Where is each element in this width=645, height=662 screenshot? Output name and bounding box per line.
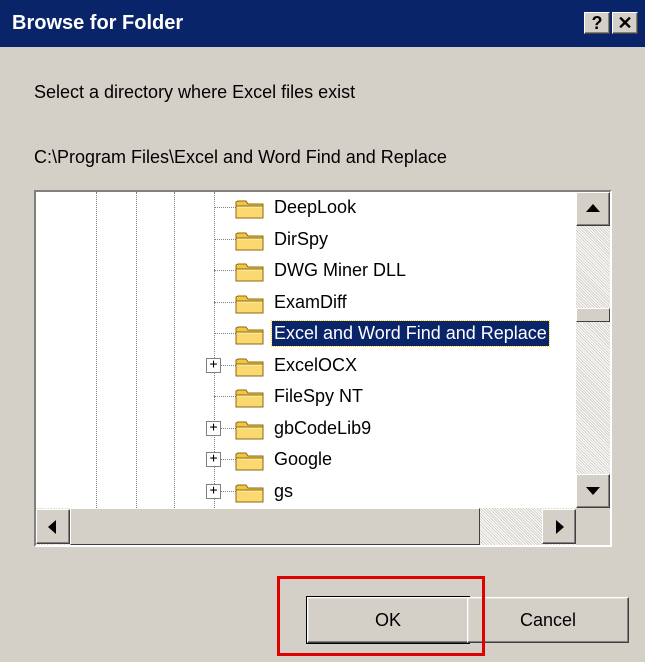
help-button[interactable]: ? [584, 12, 610, 34]
scroll-down-button[interactable] [576, 474, 610, 508]
browse-for-folder-dialog: Browse for Folder ? ✕ Select a directory… [0, 0, 645, 662]
tree-item[interactable]: Excel and Word Find and Replace [36, 318, 576, 349]
tree-item[interactable]: + gbCodeLib9 [36, 413, 576, 444]
vertical-scrollbar[interactable] [576, 192, 610, 508]
folder-icon [235, 419, 265, 440]
tree-item-label: gs [274, 480, 294, 501]
cancel-button[interactable]: Cancel [467, 597, 629, 643]
tree-item-label: ExcelOCX [274, 354, 358, 375]
vertical-scroll-thumb[interactable] [576, 308, 610, 322]
up-arrow-icon [586, 204, 600, 212]
folder-icon [235, 230, 265, 251]
expand-icon[interactable]: + [206, 452, 221, 467]
folder-icon [235, 293, 265, 314]
tree-item[interactable]: DWG Miner DLL [36, 255, 576, 286]
folder-icon [235, 198, 265, 219]
tree-item[interactable]: DeepLook [36, 192, 576, 223]
tree-item[interactable]: + Google [36, 444, 576, 475]
tree-item-label: DeepLook [274, 197, 357, 217]
scroll-up-button[interactable] [576, 192, 610, 226]
scroll-right-button[interactable] [542, 509, 576, 544]
tree-item[interactable]: ExamDiff [36, 287, 576, 318]
tree-item-label: ExamDiff [274, 291, 347, 312]
tree-item-label: gbCodeLib9 [274, 417, 372, 438]
down-arrow-icon [586, 487, 600, 495]
horizontal-scroll-thumb[interactable] [70, 508, 480, 545]
tree-connector-line [214, 238, 236, 240]
folder-icon [235, 324, 265, 345]
tree-connector-line [214, 333, 236, 334]
tree-item[interactable]: FileSpy NT [36, 381, 576, 412]
title-bar[interactable]: Browse for Folder ? ✕ [0, 0, 645, 47]
right-arrow-icon [556, 520, 564, 534]
tree-item-label: Excel and Word Find and Replace [271, 320, 550, 347]
folder-icon [235, 387, 265, 408]
current-path-text: C:\Program Files\Excel and Word Find and… [34, 147, 447, 167]
tree-item-label: Google [274, 449, 333, 469]
scrollbar-corner [576, 508, 610, 545]
tree-item-label: DWG Miner DLL [274, 260, 407, 280]
ok-button[interactable]: OK [306, 596, 470, 644]
tree-connector-line [214, 301, 236, 303]
left-arrow-icon [48, 520, 56, 534]
tree-connector-line [214, 270, 236, 271]
tree-item-label: DirSpy [274, 228, 329, 249]
expand-icon[interactable]: + [206, 420, 221, 436]
expand-icon[interactable]: + [206, 483, 221, 499]
scroll-left-button[interactable] [36, 509, 70, 544]
folder-icon [235, 261, 265, 282]
horizontal-scrollbar[interactable] [36, 508, 576, 545]
folder-tree-list: DeepLook DirSpy DWG Miner DLL ExamDiff Excel… [36, 192, 576, 508]
tree-connector-line [214, 207, 236, 208]
expand-icon[interactable]: + [206, 357, 221, 373]
tree-item[interactable]: + gs [36, 476, 576, 507]
folder-icon [235, 356, 265, 377]
close-button[interactable]: ✕ [612, 12, 638, 34]
folder-icon [235, 450, 265, 471]
window-title: Browse for Folder [12, 12, 184, 34]
tree-connector-line [214, 396, 236, 397]
tree-item-label: FileSpy NT [274, 386, 364, 406]
tree-item[interactable]: + ExcelOCX [36, 350, 576, 381]
instruction-text: Select a directory where Excel files exi… [34, 82, 356, 102]
folder-tree[interactable]: DeepLook DirSpy DWG Miner DLL ExamDiff Excel… [34, 190, 612, 547]
tree-item[interactable]: DirSpy [36, 224, 576, 255]
folder-icon [235, 482, 265, 503]
